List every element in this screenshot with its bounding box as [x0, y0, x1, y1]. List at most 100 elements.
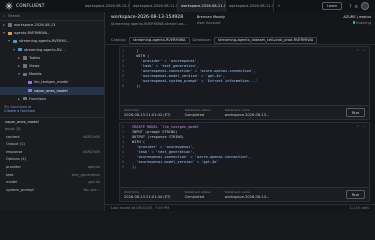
- code-text: );: [132, 84, 141, 88]
- tab-workspace-1[interactable]: workspace-2026-08-13-1520✕: [82, 0, 130, 12]
- tab-workspace-2[interactable]: workspace-2026-08-11-1826✕: [130, 0, 178, 12]
- workspace-title[interactable]: workspace-2026-08-13-154928: [111, 15, 187, 20]
- brand-name: CONFLUENT: [16, 3, 45, 9]
- tab-label: workspace-2026-08-13-1520: [85, 4, 130, 8]
- code-line: 9);: [122, 165, 365, 170]
- schema-row[interactable]: system_prompt You are...: [0, 186, 104, 194]
- run-button[interactable]: Run: [346, 108, 365, 117]
- cell-footer: Start time 2026-08-13 21:01:42 (ET) State…: [120, 105, 369, 119]
- schema-row[interactable]: provider openai: [0, 163, 104, 171]
- schema-row[interactable]: task text_generation: [0, 171, 104, 179]
- tab-workspace-3[interactable]: workspace-2026-08-11-1826✕: [178, 0, 226, 12]
- schema-list: content VARCHAR Output (1) response VARCHAR O…: [0, 133, 104, 194]
- chevron-down-icon[interactable]: ▾: [7, 39, 11, 43]
- tab-workspace-4[interactable]: workspace-2026-08-11-1826✕: [226, 0, 274, 12]
- code-text: OUTPUT (response STRING): [132, 135, 184, 139]
- owner-type: User Account: [196, 20, 221, 25]
- tree-item-label: vapor_ones_model: [34, 88, 68, 93]
- chevron-down-icon[interactable]: ▾: [12, 48, 16, 52]
- tree-item[interactable]: vapor_ones_model: [0, 86, 104, 95]
- tree-item[interactable]: ▸ Functions: [0, 95, 104, 103]
- schema-field-name: task: [6, 172, 14, 177]
- sql-cell-2[interactable]: ⌃ ⋯ 1 CREATE MODEL `llm_textgen_model` 2 IN…: [119, 122, 370, 202]
- database-select[interactable]: streaming-agents_dataset_cell-prob_prod-…: [213, 36, 318, 44]
- add-tab-icon[interactable]: +: [274, 4, 284, 8]
- run-button[interactable]: Run: [346, 190, 365, 199]
- tree-item[interactable]: ▾ agents-RVERMIWA...: [0, 29, 104, 37]
- schema-row[interactable]: response VARCHAR: [0, 148, 104, 156]
- start-time-header: Start time: [124, 108, 140, 112]
- tree-item[interactable]: llm_textgen_model: [0, 78, 104, 86]
- schema-field-name: model: [6, 180, 18, 185]
- logo[interactable]: CONFLUENT: [0, 2, 82, 10]
- catalog-select[interactable]: streaming-agents-RVERMIWA: [129, 36, 190, 44]
- workspace-header: workspace-2026-08-13-154928 Streaming ag…: [105, 12, 375, 36]
- schema-row[interactable]: Output (1): [0, 140, 104, 148]
- schema-input-header[interactable]: Input (3): [0, 126, 104, 133]
- compute-pool-status[interactable]: AZURE | eastus Running: [343, 15, 371, 36]
- avatar[interactable]: [361, 2, 369, 10]
- catalog-label: Catalog:: [111, 38, 127, 42]
- chevron-right-icon[interactable]: ▸: [17, 64, 21, 68]
- code-text: 'azureopenai.model_version' = 'gpt-4o': [132, 160, 219, 164]
- folder-icon: [8, 23, 12, 27]
- code-text: 'provider' = 'azureopenai',: [132, 145, 195, 149]
- schema-row[interactable]: model gpt-4o: [0, 178, 104, 186]
- tree-item-label: workspace-2026-08-13: [14, 23, 56, 28]
- schema-row[interactable]: content VARCHAR: [0, 133, 104, 141]
- chevron-right-icon[interactable]: ▸: [17, 56, 21, 60]
- code-text: CREATE MODEL `llm_textgen_model`: [132, 125, 202, 129]
- sql-editor[interactable]: 1 ) 2 WITH (3 'provider' = 'azureopenai',…: [120, 47, 369, 91]
- learn-button[interactable]: Learn: [322, 2, 343, 10]
- sql-cell-1[interactable]: ⌃ ⋯ 1 ) 2 WITH (3 'provider' = 'azureopen…: [119, 46, 370, 120]
- schema-field-name: content: [6, 134, 20, 139]
- status-bar: Last saved at 08/13/25, 7:09 PM 1,115 ce…: [105, 204, 375, 211]
- last-saved: Last saved at 08/13/25, 7:09 PM: [111, 206, 170, 210]
- tree-item-label: agents-RVERMIWA...: [14, 31, 51, 36]
- create-function-link[interactable]: Create a function: [4, 109, 100, 113]
- search-icon: ⌕: [3, 14, 6, 18]
- tree-item-label: streaming-agents-RV...: [24, 47, 65, 52]
- tree-item[interactable]: ▸ Views: [0, 62, 104, 70]
- schema-field-type: text_generation: [71, 172, 100, 177]
- schema-row[interactable]: Options (4): [0, 156, 104, 164]
- tree-item[interactable]: ▸ Tables: [0, 54, 104, 62]
- tab-label: workspace-2026-08-11-1826: [229, 4, 274, 8]
- sidebar-search[interactable]: ⌕ Search: [0, 12, 104, 21]
- schema-field-type: VARCHAR: [82, 149, 100, 154]
- help-icon[interactable]: ?: [349, 4, 351, 9]
- schema-field-name: Output (1): [6, 142, 25, 147]
- sidebar: ⌕ Search ▸ workspace-2026-08-13 ▾ agents-RV…: [0, 12, 105, 211]
- status-text: Running: [356, 20, 371, 25]
- code-text: 'task' = 'text_generation',: [132, 64, 200, 68]
- tab-label: workspace-2026-08-11-1826: [133, 4, 178, 8]
- schema-field-name: Options (4): [6, 157, 27, 162]
- confluent-logo-icon: [5, 2, 13, 10]
- status-value: Completed: [184, 113, 205, 117]
- code-text: INPUT (prompt STRING): [132, 130, 178, 134]
- tree-item[interactable]: ▾ Models: [0, 70, 104, 78]
- statement-name-value[interactable]: workspace-2026-08-13...: [225, 195, 270, 199]
- chevron-right-icon[interactable]: ▸: [17, 97, 21, 101]
- schema-field-type: gpt-4o: [88, 180, 100, 185]
- sql-editor[interactable]: 1 CREATE MODEL `llm_textgen_model` 2 INPUT …: [120, 123, 369, 172]
- folder-icon: [18, 47, 22, 52]
- code-text: 'azureopenai.system_prompt' = 'Extract i…: [132, 79, 258, 83]
- code-line: 8 );: [122, 84, 365, 89]
- search-placeholder: Search: [8, 14, 21, 18]
- status-header: Statement status: [184, 190, 211, 194]
- cell-count: 1,115 cells: [349, 206, 370, 210]
- statement-name-value[interactable]: workspace-2026-08-13...: [225, 113, 270, 117]
- tree-item[interactable]: ▸ workspace-2026-08-13: [0, 21, 104, 29]
- chevron-down-icon[interactable]: ▾: [2, 31, 6, 35]
- cell-footer: Start time 2026-08-13 21:01:44 (ET) State…: [120, 187, 369, 201]
- status-dot-icon: [352, 21, 356, 24]
- chevron-right-icon[interactable]: ▸: [2, 23, 6, 27]
- tree-item[interactable]: ▾ streaming-agents-RV...: [0, 46, 104, 54]
- chevron-down-icon[interactable]: ▾: [17, 72, 21, 76]
- folder-icon: [28, 88, 32, 93]
- tree-item[interactable]: ▾ streaming-agents-RVERMI...: [0, 37, 104, 45]
- schema-field-name: provider: [6, 165, 21, 170]
- folder-icon: [23, 97, 27, 101]
- menu-icon[interactable]: ≡: [354, 4, 358, 9]
